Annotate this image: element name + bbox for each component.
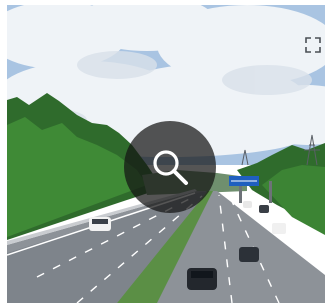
zoom-button[interactable]: [124, 121, 216, 213]
image-viewer: [0, 0, 326, 303]
search-icon: [153, 150, 188, 185]
expand-icon[interactable]: [304, 36, 322, 54]
